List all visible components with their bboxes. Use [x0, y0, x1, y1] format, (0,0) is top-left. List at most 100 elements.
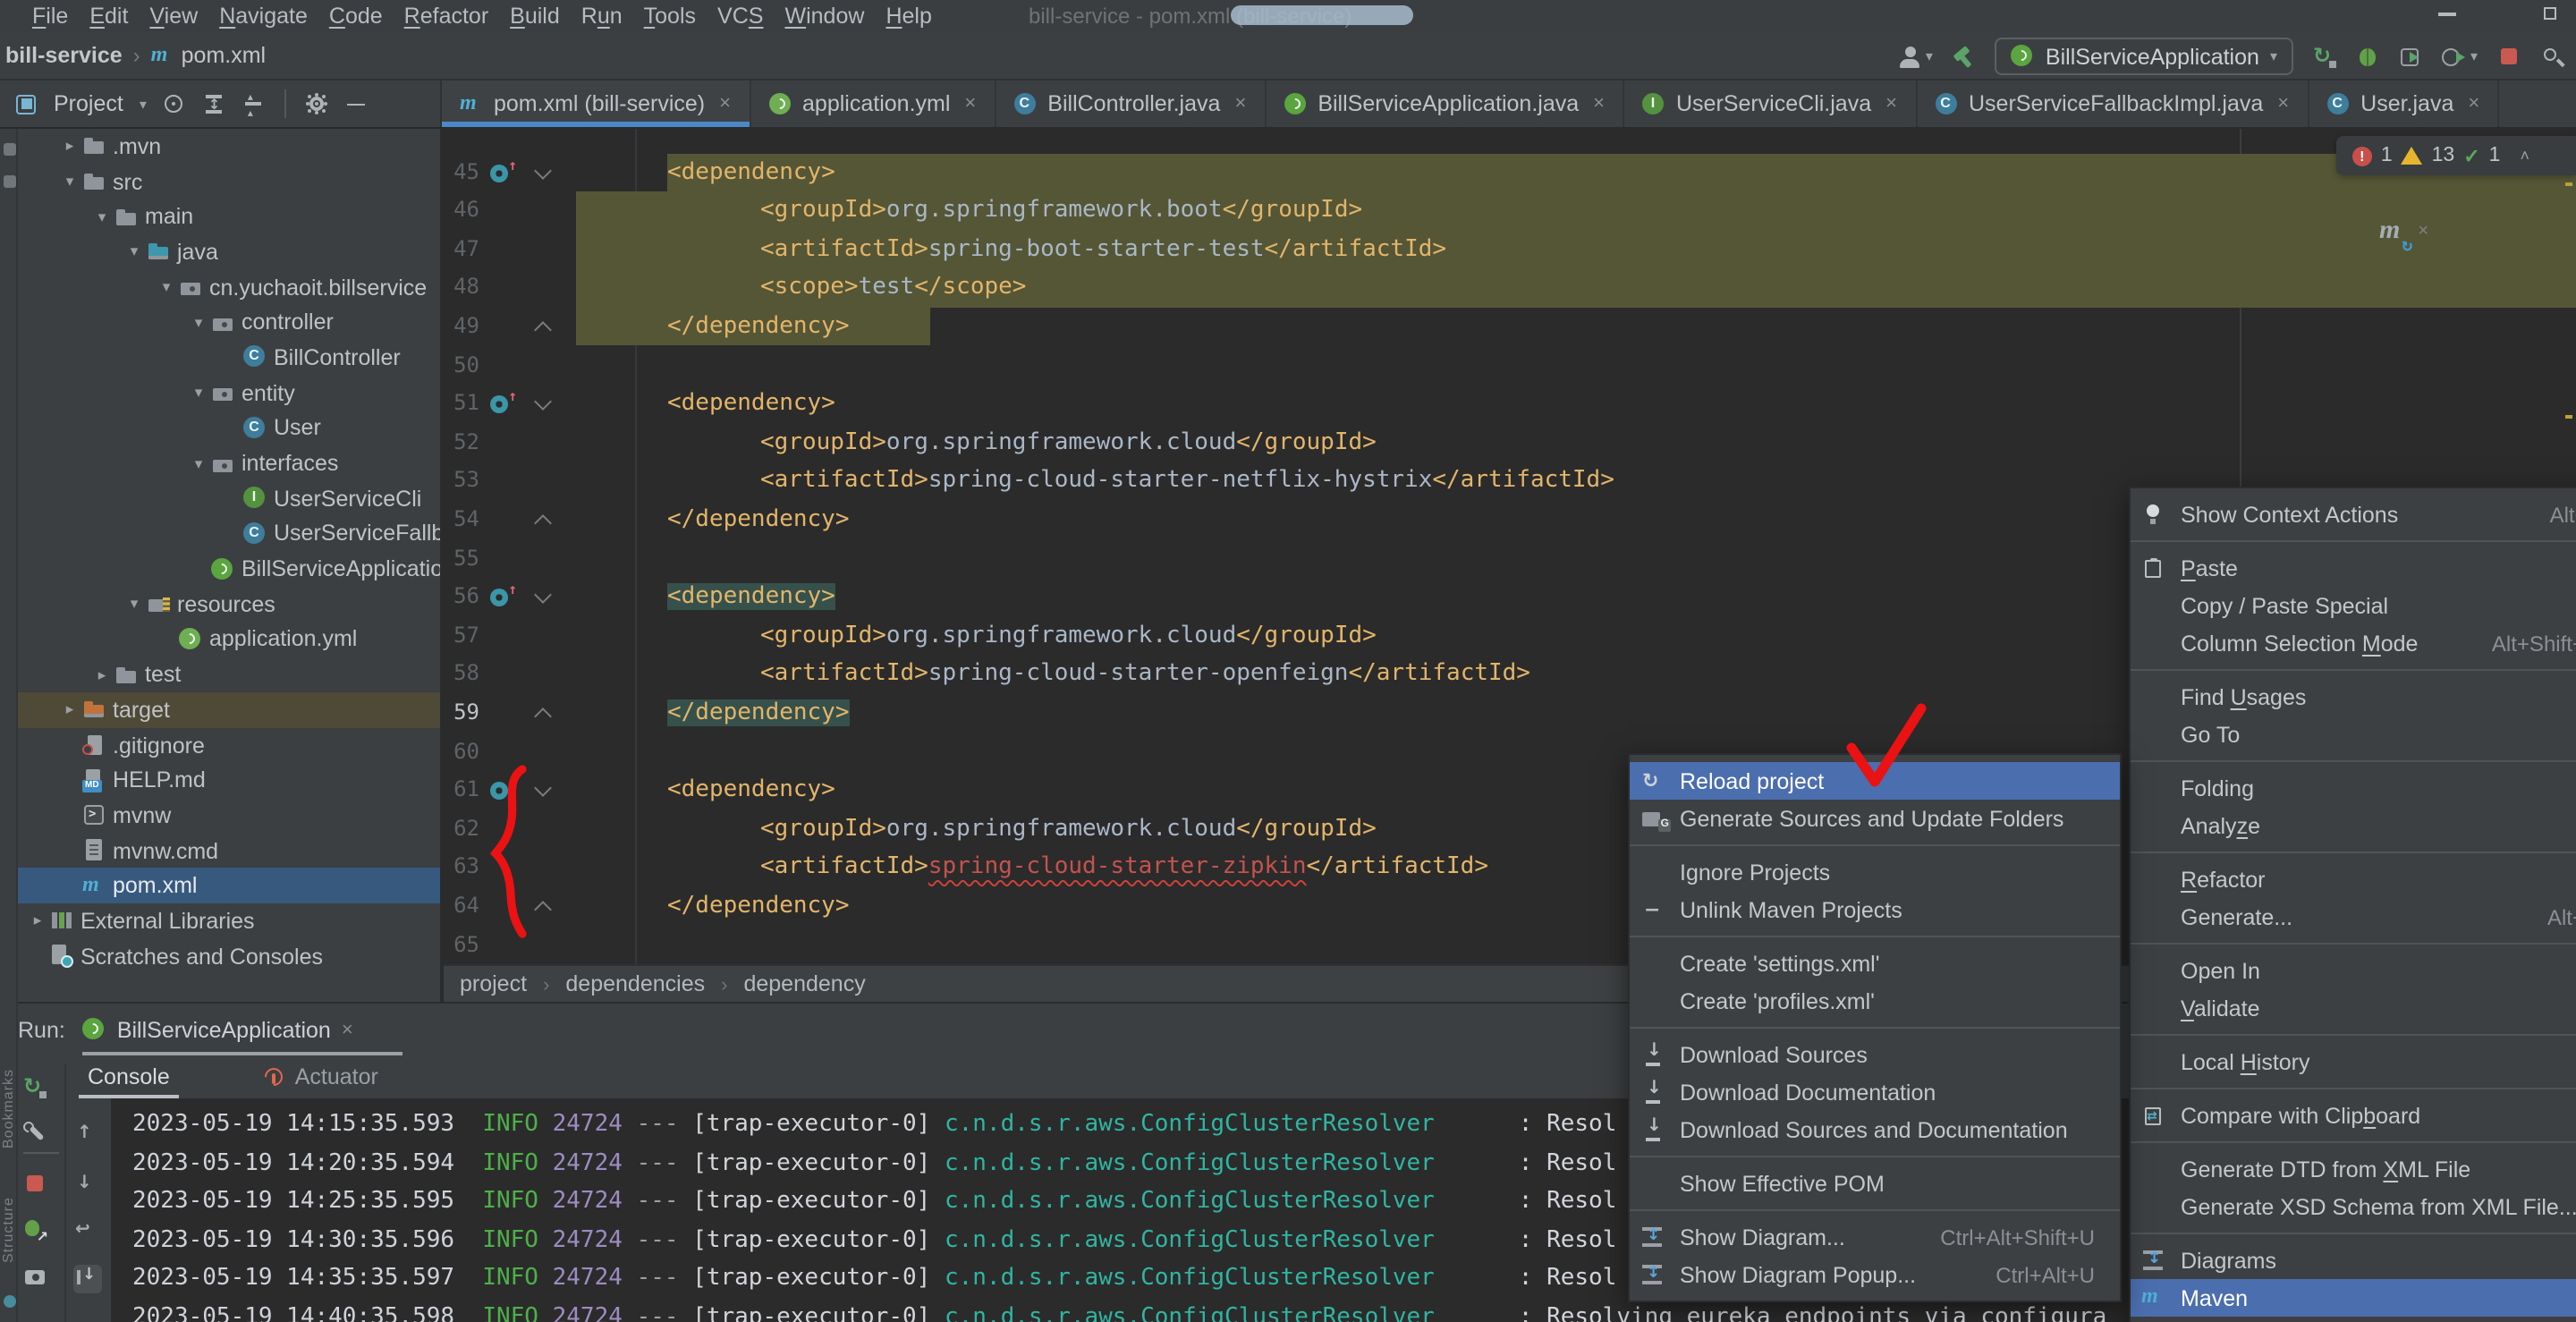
maven-item-create-profiles-xml[interactable]: Create 'profiles.xml' [1630, 982, 2120, 1020]
tab-billserviceapplication-java[interactable]: BillServiceApplication.java× [1266, 81, 1624, 127]
tab-userservicecli-java[interactable]: UserServiceCli.java× [1624, 81, 1917, 127]
tab-pom-xml-bill-service[interactable]: pom.xml (bill-service)× [442, 81, 750, 127]
menu-tools[interactable]: Tools [644, 4, 696, 29]
maven-item-show-effective-pom[interactable]: Show Effective POM [1630, 1165, 2120, 1202]
menu-item-show-context-actions[interactable]: Show Context ActionsAlt+Enter [2131, 496, 2576, 533]
menu-item-go-to[interactable]: Go To [2131, 716, 2576, 753]
tree-chevron[interactable] [186, 453, 211, 473]
thread-dump-camera-button[interactable] [23, 1265, 52, 1293]
soft-wrap-button[interactable] [73, 1218, 102, 1247]
tree-chevron[interactable] [154, 277, 179, 297]
menu-item-find-usages[interactable]: Find Usages [2131, 678, 2576, 716]
stop-button[interactable] [23, 1172, 52, 1200]
tree-item-mvnw-cmd[interactable]: mvnw.cmd [0, 834, 440, 869]
close-icon[interactable]: × [964, 93, 976, 114]
breadcrumb-item-pom-xml[interactable]: pom.xml [151, 43, 266, 68]
xml-breadcrumb-dependencies[interactable]: dependencies [565, 971, 705, 996]
menu-item-generate-dtd-from-xml-file[interactable]: Generate DTD from XML File [2131, 1150, 2576, 1188]
menu-item-generate-xsd-schema-from-xml-file[interactable]: Generate XSD Schema from XML File... [2131, 1188, 2576, 1225]
menu-view[interactable]: View [149, 4, 198, 29]
rerun-button[interactable] [23, 1075, 52, 1104]
menu-code[interactable]: Code [329, 4, 383, 29]
menu-item-folding[interactable]: Folding [2131, 769, 2576, 807]
menu-item-compare-with-clipboard[interactable]: Compare with Clipboard [2131, 1097, 2576, 1134]
attach-debugger-button[interactable] [23, 1218, 52, 1247]
fold-marker-icon[interactable] [534, 901, 552, 919]
menu-item-create-gist[interactable]: Create Gist... [2131, 1317, 2576, 1322]
xml-breadcrumb-project[interactable]: project [460, 971, 527, 996]
tree-item-main[interactable]: main [0, 199, 440, 234]
tab-user-java[interactable]: User.java× [2309, 81, 2499, 127]
maven-item-ignore-projects[interactable]: Ignore Projects [1630, 853, 2120, 891]
tree-chevron[interactable] [57, 137, 82, 157]
menu-item-refactor[interactable]: Refactor [2131, 860, 2576, 898]
tree-item-src[interactable]: src [0, 164, 440, 199]
run-tab[interactable]: BillServiceApplication × [83, 1017, 353, 1042]
stripe-tool-icon[interactable] [3, 1295, 15, 1308]
tree-item-gitignore[interactable]: .gitignore [0, 727, 440, 762]
user-menu-button[interactable]: ▾ [1899, 45, 1933, 68]
scroll-to-end-button[interactable] [73, 1265, 102, 1293]
tree-chevron[interactable] [25, 911, 50, 931]
tree-chevron[interactable] [122, 242, 147, 262]
breadcrumb-item-bill-service[interactable]: bill-service [5, 43, 123, 68]
fold-marker-icon[interactable] [534, 321, 552, 339]
tab-actuator[interactable]: Actuator [263, 1064, 378, 1089]
menu-help[interactable]: Help [886, 4, 931, 29]
tree-item-billserviceapplication[interactable]: BillServiceApplication [0, 552, 440, 587]
menu-file[interactable]: File [32, 4, 68, 29]
load-maven-changes-button[interactable]: m × [2379, 218, 2428, 245]
tree-item-pom-xml[interactable]: pom.xml [0, 869, 440, 903]
tree-item-mvnw[interactable]: mvnw [0, 798, 440, 833]
inspections-widget[interactable]: ! 1 13 ✓ 1 ˄ [2336, 136, 2576, 175]
tree-item-help-md[interactable]: HELP.md [0, 763, 440, 798]
menu-item-analyze[interactable]: Analyze [2131, 807, 2576, 844]
hide-panel-button[interactable] [345, 92, 369, 115]
tab-userservicefallbackimpl-java[interactable]: UserServiceFallbackImpl.java× [1917, 81, 2309, 127]
build-hammer-button[interactable] [1953, 45, 1976, 68]
restore-window-button[interactable] [2540, 0, 2576, 29]
fold-marker-icon[interactable] [534, 514, 552, 532]
tree-item-java[interactable]: java [0, 234, 440, 269]
tree-chevron[interactable] [89, 665, 114, 684]
menu-item-validate[interactable]: Validate [2131, 989, 2576, 1027]
maven-dependency-gutter-icon[interactable] [490, 780, 512, 801]
tree-item-resources[interactable]: resources [0, 587, 440, 622]
stripe-label-bookmarks[interactable]: Bookmarks [0, 1055, 18, 1163]
close-icon[interactable]: × [1234, 93, 1246, 114]
tree-chevron[interactable] [122, 595, 147, 614]
collapse-all-button[interactable] [242, 92, 265, 115]
menu-vcs[interactable]: VCS [717, 4, 763, 29]
close-icon[interactable]: × [2418, 222, 2428, 242]
tab-application-yml[interactable]: application.yml× [750, 81, 996, 127]
stop-button[interactable] [2497, 45, 2521, 68]
tree-chevron[interactable] [186, 383, 211, 403]
run-button[interactable] [2313, 45, 2336, 68]
tree-item-application-yml[interactable]: application.yml [0, 622, 440, 657]
maven-dependency-gutter-icon[interactable] [490, 587, 512, 608]
search-everywhere-button[interactable] [2540, 45, 2563, 68]
stripe-tool-icon[interactable] [3, 175, 15, 188]
tree-item-external-libraries[interactable]: External Libraries [0, 903, 440, 938]
maven-item-reload-project[interactable]: Reload project [1630, 762, 2120, 800]
debug-button[interactable] [2356, 45, 2379, 68]
maven-item-download-sources-and-documentation[interactable]: Download Sources and Documentation [1630, 1111, 2120, 1148]
menu-run[interactable]: Run [581, 4, 623, 29]
tree-item-controller[interactable]: controller [0, 305, 440, 340]
warning-stripe-mark[interactable] [2565, 415, 2572, 419]
tree-item-cn-yuchaoit-billservice[interactable]: cn.yuchaoit.billservice [0, 270, 440, 305]
maven-dependency-gutter-icon[interactable] [490, 394, 512, 415]
maven-item-show-diagram[interactable]: Show Diagram...Ctrl+Alt+Shift+U [1630, 1218, 2120, 1256]
tree-item-billcontroller[interactable]: BillController [0, 340, 440, 375]
stripe-tool-icon[interactable] [3, 143, 15, 156]
fold-marker-icon[interactable] [534, 161, 552, 179]
menu-edit[interactable]: Edit [89, 4, 128, 29]
maven-item-download-sources[interactable]: Download Sources [1630, 1036, 2120, 1073]
maven-dependency-gutter-icon[interactable] [490, 162, 512, 183]
settings-wrench-button[interactable] [23, 1122, 52, 1150]
menu-item-copy-paste-special[interactable]: Copy / Paste Special [2131, 587, 2576, 624]
tree-chevron[interactable] [57, 172, 82, 191]
stripe-label-structure[interactable]: Structure [0, 1181, 18, 1281]
menu-item-generate[interactable]: Generate...Alt+Insert [2131, 898, 2576, 936]
tree-chevron[interactable] [89, 207, 114, 226]
